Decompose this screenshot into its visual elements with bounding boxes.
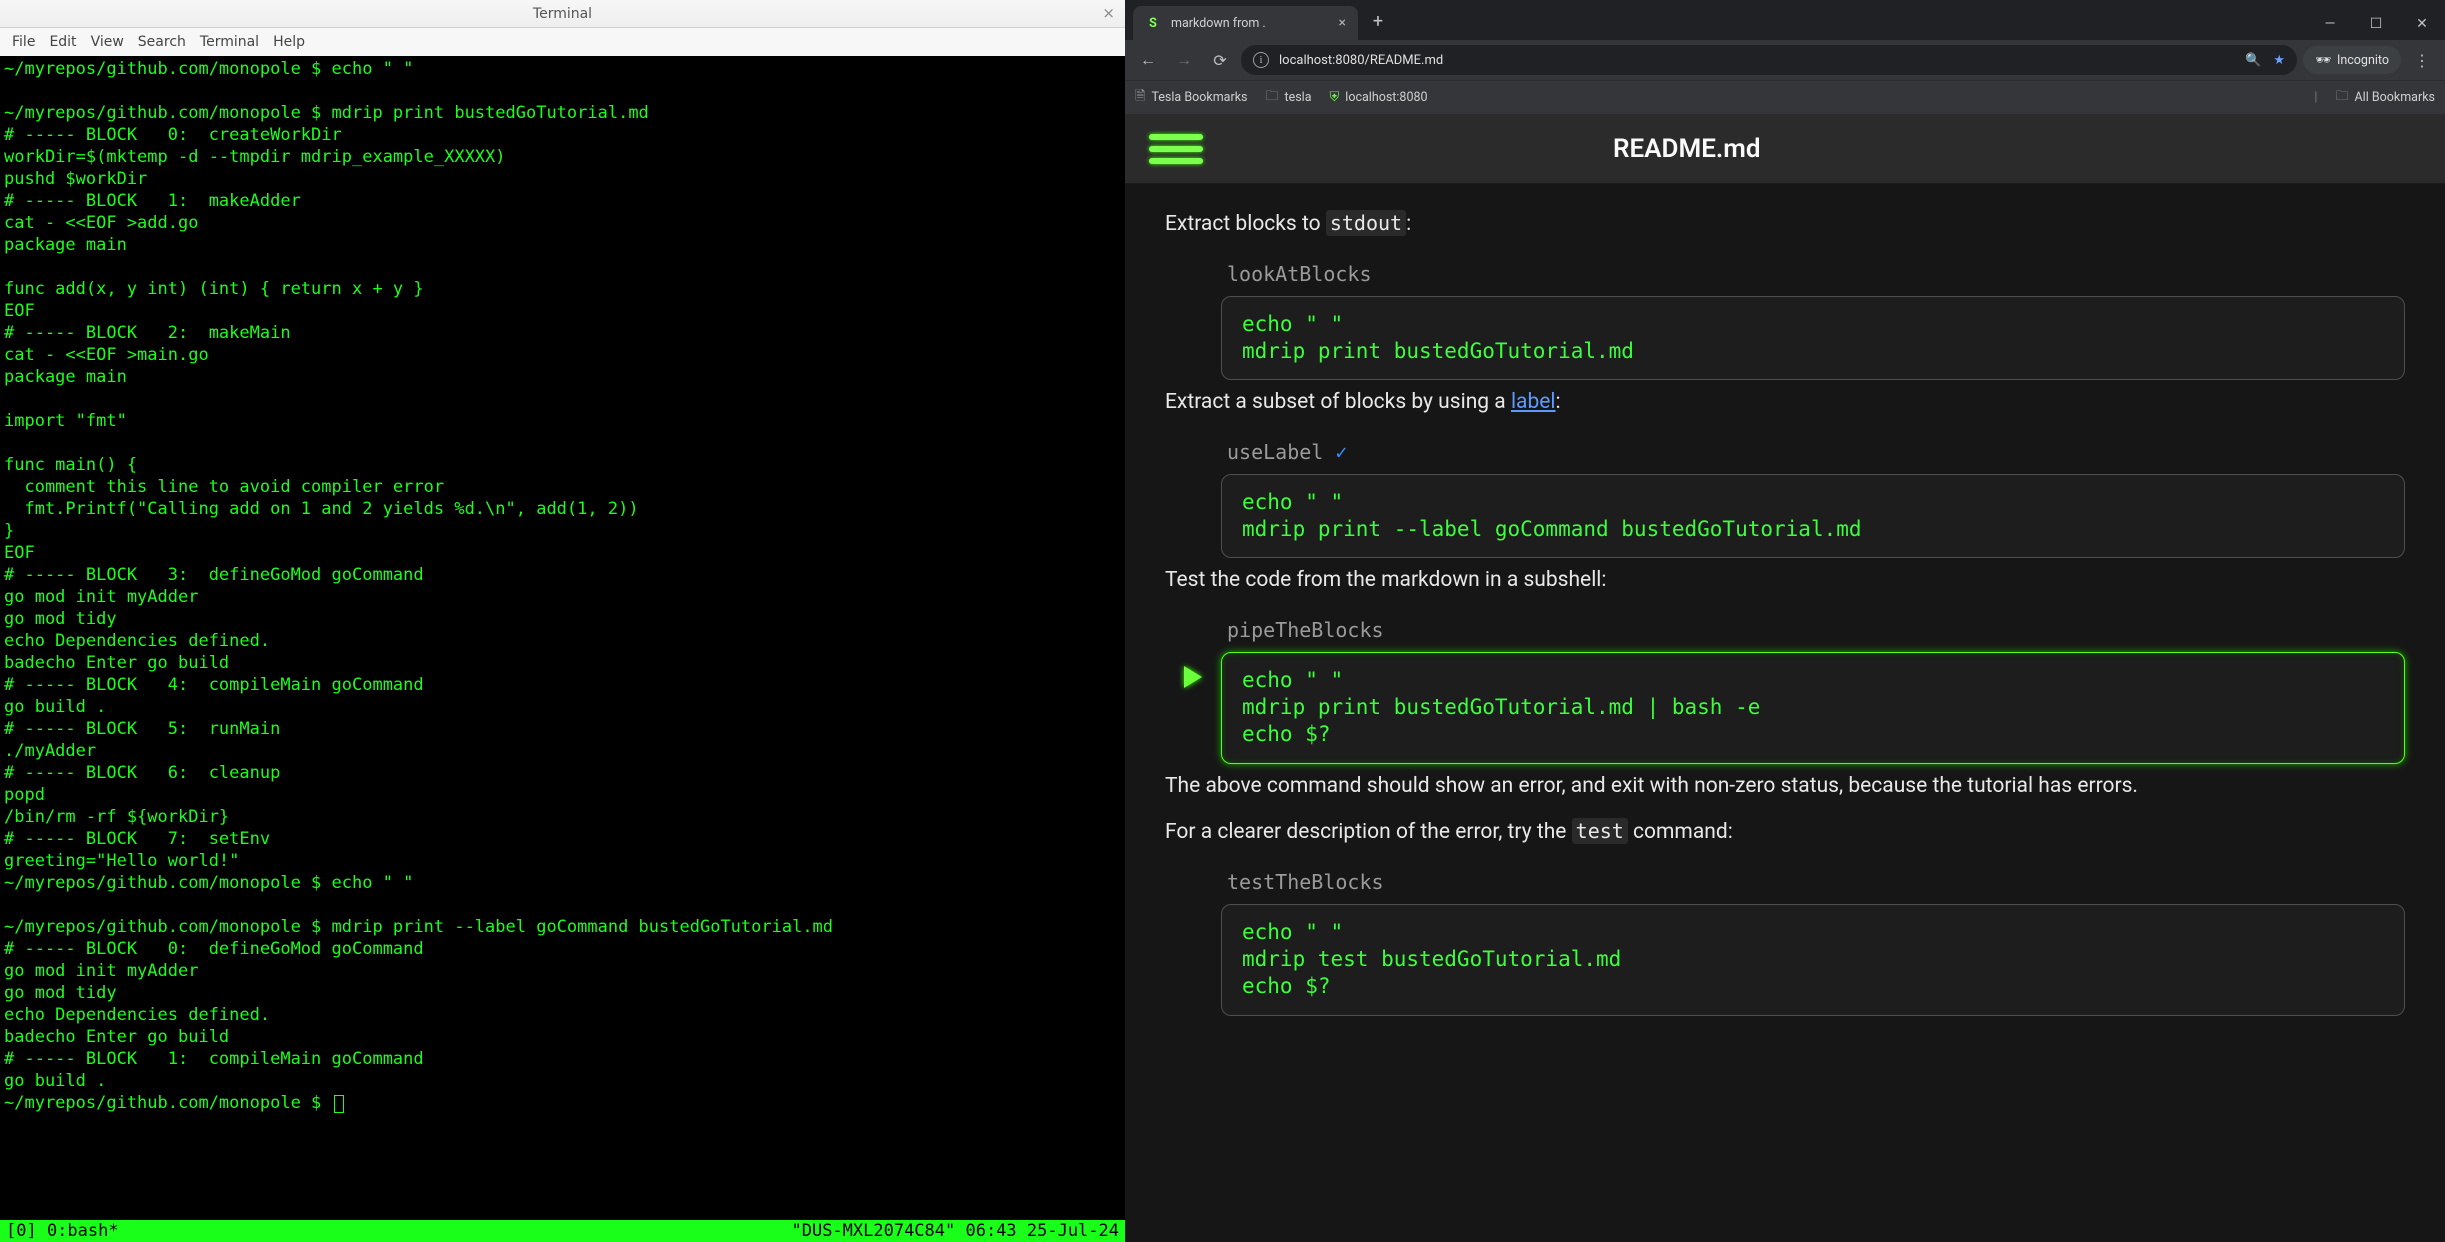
- code-block-label-text: testTheBlocks: [1227, 867, 1384, 898]
- site-info-icon[interactable]: i: [1253, 52, 1269, 68]
- incognito-label: Incognito: [2337, 53, 2389, 68]
- all-bookmarks-label: All Bookmarks: [2355, 90, 2436, 105]
- menu-help[interactable]: Help: [273, 34, 305, 50]
- code-block-label: testTheBlocks: [1227, 867, 2405, 898]
- zoom-icon[interactable]: 🔍: [2245, 53, 2261, 68]
- terminal-menubar: File Edit View Search Terminal Help: [0, 28, 1125, 56]
- reload-button[interactable]: ⟳: [1205, 45, 1235, 75]
- bookmark-label: Tesla Bookmarks: [1151, 90, 1247, 105]
- tab-strip-row: S markdown from . × + — ☐ ✕: [1125, 0, 2445, 40]
- link-label[interactable]: label: [1511, 390, 1556, 414]
- run-spacer: [1165, 474, 1221, 559]
- bookmarks-separator: |: [2314, 90, 2317, 105]
- page-header: README.md: [1125, 114, 2445, 184]
- hamburger-icon[interactable]: [1149, 134, 1203, 164]
- code-block[interactable]: echo " " mdrip print bustedGoTutorial.md…: [1221, 652, 2405, 764]
- terminal-window: Terminal × File Edit View Search Terminal Hel…: [0, 0, 1125, 1242]
- new-tab-button[interactable]: +: [1364, 8, 1392, 36]
- url-text: localhost:8080/README.md: [1279, 53, 1443, 68]
- browser-window: S markdown from . × + — ☐ ✕ ← → ⟳ i loca…: [1125, 0, 2445, 1242]
- terminal-cursor: [334, 1095, 344, 1113]
- code-block-wrap: echo " " mdrip print --label goCommand b…: [1165, 474, 2405, 559]
- code-block-label: pipeTheBlocks: [1227, 615, 2405, 646]
- bookmark-tesla[interactable]: 🗀 tesla: [1266, 87, 1312, 109]
- menu-view[interactable]: View: [91, 34, 124, 50]
- bookmark-label: tesla: [1285, 90, 1312, 105]
- code-block[interactable]: echo " " mdrip print bustedGoTutorial.md: [1221, 296, 2405, 381]
- bookmarks-bar: 🗎 Tesla Bookmarks 🗀 tesla ⛨ localhost:8080 | 🗀 A…: [1125, 80, 2445, 114]
- tab-title: markdown from .: [1171, 16, 1266, 31]
- section-text: The above command should show an error, …: [1165, 770, 2405, 803]
- section-text: Extract a subset of blocks by using a la…: [1165, 386, 2405, 419]
- tab-strip: S markdown from . × +: [1125, 6, 1392, 40]
- menu-search[interactable]: Search: [138, 34, 186, 50]
- shield-icon: ⛨: [1330, 90, 1340, 105]
- run-button[interactable]: [1165, 652, 1221, 764]
- folder-icon: 🗀: [1266, 87, 1279, 109]
- code-block-label-text: lookAtBlocks: [1227, 259, 1372, 290]
- address-bar[interactable]: i localhost:8080/README.md 🔍 ★: [1241, 45, 2297, 75]
- browser-toolbar: ← → ⟳ i localhost:8080/README.md 🔍 ★ 🕶 I…: [1125, 40, 2445, 80]
- maximize-icon[interactable]: ☐: [2353, 8, 2399, 40]
- status-right: "DUS-MXL2074C84" 06:43 25-Jul-24: [791, 1220, 1119, 1242]
- inline-code: test: [1572, 818, 1628, 844]
- menu-terminal[interactable]: Terminal: [200, 34, 259, 50]
- window-controls: — ☐ ✕: [2307, 8, 2445, 40]
- code-block-label-text: useLabel: [1227, 437, 1323, 468]
- menu-file[interactable]: File: [12, 34, 35, 50]
- tmux-statusbar: [0] 0:bash* "DUS-MXL2074C84" 06:43 25-Ju…: [0, 1220, 1125, 1242]
- incognito-icon: 🕶: [2315, 53, 2331, 68]
- code-block-label: useLabel ✓: [1227, 437, 2405, 468]
- bookmark-localhost-8080[interactable]: ⛨ localhost:8080: [1330, 90, 1428, 105]
- forward-button[interactable]: →: [1169, 45, 1199, 75]
- code-block-wrap: echo " " mdrip print bustedGoTutorial.md: [1165, 296, 2405, 381]
- bookmark-tesla-bookmarks[interactable]: 🗎 Tesla Bookmarks: [1135, 87, 1248, 109]
- terminal-body[interactable]: ~/myrepos/github.com/monopole $ echo " "…: [0, 56, 1125, 1242]
- incognito-badge[interactable]: 🕶 Incognito: [2303, 46, 2401, 74]
- doc-icon: 🗎: [1135, 87, 1145, 109]
- run-spacer: [1165, 904, 1221, 1016]
- section-text: Test the code from the markdown in a sub…: [1165, 564, 2405, 597]
- code-block-label: lookAtBlocks: [1227, 259, 2405, 290]
- bookmark-label: localhost:8080: [1345, 90, 1427, 105]
- run-spacer: [1165, 296, 1221, 381]
- kebab-menu-icon[interactable]: ⋮: [2407, 45, 2437, 75]
- status-left: [0] 0:bash*: [6, 1220, 119, 1242]
- code-block-wrap: echo " " mdrip test bustedGoTutorial.md …: [1165, 904, 2405, 1016]
- tab-favicon-icon: S: [1145, 15, 1161, 31]
- back-button[interactable]: ←: [1133, 45, 1163, 75]
- minimize-icon[interactable]: —: [2307, 8, 2353, 40]
- close-icon[interactable]: ×: [1102, 4, 1115, 22]
- folder-icon: 🗀: [2335, 87, 2348, 109]
- code-block[interactable]: echo " " mdrip print --label goCommand b…: [1221, 474, 2405, 559]
- code-block-label-text: pipeTheBlocks: [1227, 615, 1384, 646]
- terminal-title: Terminal: [533, 6, 592, 22]
- bookmark-star-icon[interactable]: ★: [2273, 53, 2285, 68]
- code-block-wrap: echo " " mdrip print bustedGoTutorial.md…: [1165, 652, 2405, 764]
- tab-close-icon[interactable]: ×: [1339, 15, 1346, 31]
- inline-code: stdout: [1326, 210, 1406, 236]
- page-title: README.md: [1613, 134, 1761, 164]
- terminal-output[interactable]: ~/myrepos/github.com/monopole $ echo " "…: [0, 56, 1125, 1114]
- all-bookmarks-button[interactable]: 🗀 All Bookmarks: [2335, 87, 2435, 109]
- check-icon: ✓: [1335, 437, 1347, 468]
- section-text: For a clearer description of the error, …: [1165, 816, 2405, 849]
- code-block[interactable]: echo " " mdrip test bustedGoTutorial.md …: [1221, 904, 2405, 1016]
- window-close-icon[interactable]: ✕: [2399, 8, 2445, 40]
- menu-edit[interactable]: Edit: [49, 34, 76, 50]
- terminal-titlebar[interactable]: Terminal ×: [0, 0, 1125, 28]
- page-content[interactable]: Extract blocks to stdout: lookAtBlocks ech…: [1125, 184, 2445, 1242]
- section-text: Extract blocks to stdout:: [1165, 208, 2405, 241]
- play-icon: [1184, 666, 1202, 688]
- browser-tab[interactable]: S markdown from . ×: [1133, 6, 1358, 40]
